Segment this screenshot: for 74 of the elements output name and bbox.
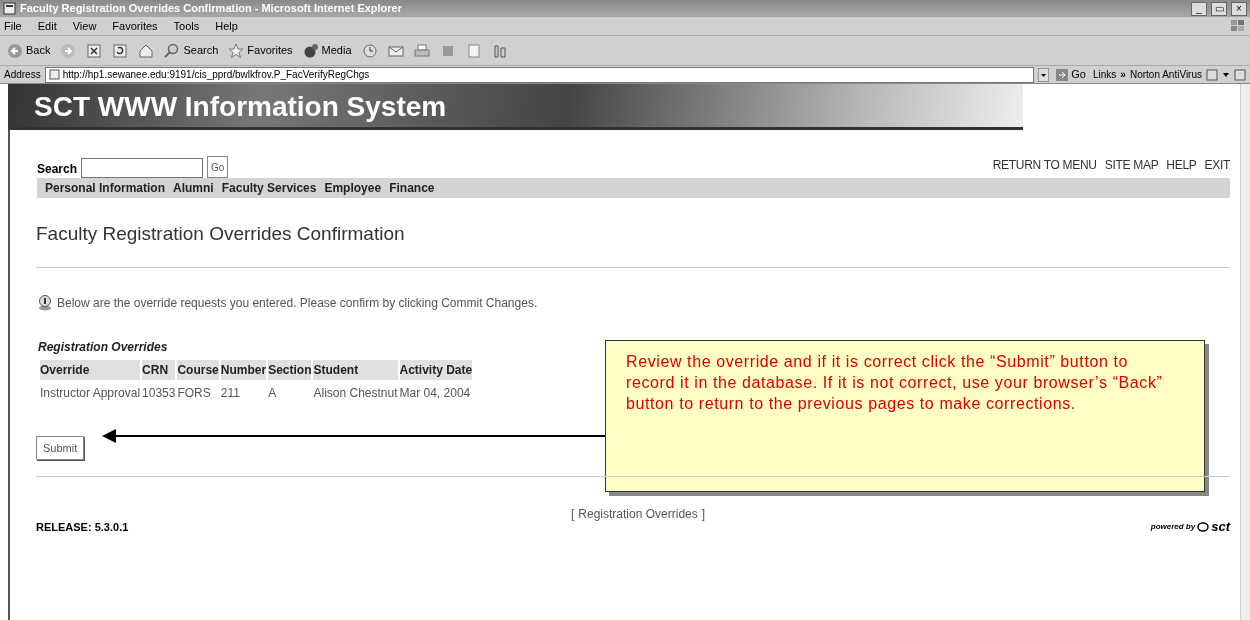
dropdown-arrow-icon[interactable] bbox=[1222, 70, 1230, 79]
info-pin-icon bbox=[37, 294, 53, 311]
table-cell-text: Mar 04, 2004 bbox=[399, 384, 472, 402]
tool-icon[interactable] bbox=[491, 42, 508, 59]
toolbar-button[interactable]: Media bbox=[299, 42, 355, 59]
bracket-text: ] bbox=[701, 506, 706, 523]
norton-antivirus-button[interactable]: Norton AntiVirus bbox=[1129, 67, 1202, 82]
search-icon bbox=[164, 42, 181, 59]
table-cell-text: 10353 bbox=[142, 384, 176, 402]
column-header: Activity Date bbox=[399, 359, 473, 380]
menu-item[interactable]: File bbox=[4, 17, 22, 35]
go-button[interactable]: Go bbox=[207, 156, 229, 178]
header-link[interactable]: EXIT bbox=[1204, 156, 1230, 174]
menu-item[interactable]: Help bbox=[215, 17, 238, 35]
house-icon[interactable] bbox=[138, 42, 155, 59]
toolbar-button[interactable]: Back bbox=[4, 42, 54, 59]
links-label[interactable]: Links bbox=[1093, 67, 1117, 82]
header-link[interactable]: RETURN TO MENU bbox=[992, 156, 1097, 174]
column-header: Override bbox=[40, 359, 141, 380]
search-field[interactable] bbox=[81, 158, 204, 178]
table-cell-text: 211 bbox=[220, 384, 241, 402]
page-title: Faculty Registration Overrides Confirmation bbox=[36, 222, 406, 246]
clock-icon[interactable] bbox=[361, 42, 378, 59]
table-caption: Registration Overrides bbox=[38, 338, 169, 356]
release-label: RELEASE: 5.3.0.1 bbox=[36, 520, 129, 535]
printer-icon[interactable] bbox=[413, 42, 430, 59]
nav-tab[interactable]: Personal Information bbox=[45, 179, 166, 197]
stop-icon[interactable] bbox=[86, 42, 103, 59]
column-header: CRN bbox=[142, 359, 176, 380]
dropdown-arrow-icon[interactable] bbox=[1038, 67, 1050, 82]
toolbar-button[interactable]: Favorites bbox=[225, 42, 296, 59]
bracket-text: [ bbox=[571, 506, 575, 523]
header-link[interactable]: SITE MAP bbox=[1104, 156, 1159, 174]
nav-tab[interactable]: Finance bbox=[389, 179, 435, 197]
info-message: Below are the override requests you entered. Please confirm by clicking Commit Changes. bbox=[57, 294, 538, 312]
chevron-button[interactable]: » bbox=[1120, 67, 1126, 82]
minimize-button[interactable]: _ bbox=[1191, 1, 1207, 16]
restore-button[interactable]: ▭ bbox=[1211, 1, 1227, 16]
search-label: Search bbox=[37, 161, 78, 178]
nav-tab[interactable]: Faculty Services bbox=[221, 179, 317, 197]
menu-item[interactable]: Edit bbox=[37, 17, 57, 35]
menu-item[interactable]: Favorites bbox=[112, 17, 158, 35]
app-icon bbox=[3, 2, 16, 15]
table-cell-text: A bbox=[268, 384, 278, 402]
address-label: Address bbox=[4, 68, 41, 82]
address-field[interactable]: http://hp1.sewanee.edu:9191/cis_pprd/bwlkfrov.P_FacVerifyRegChgs bbox=[44, 66, 1035, 83]
footer-link[interactable]: Registration Overrides bbox=[578, 505, 698, 523]
refresh-icon[interactable] bbox=[112, 42, 129, 59]
column-header: Number bbox=[220, 359, 267, 380]
menu-item[interactable]: View bbox=[72, 17, 97, 35]
nav-tab[interactable]: Employee bbox=[324, 179, 382, 197]
close-button[interactable]: × bbox=[1231, 1, 1247, 16]
ring-logo-icon bbox=[1197, 521, 1210, 532]
column-header: Course bbox=[177, 359, 219, 380]
powered-by-text: powered by bbox=[1150, 520, 1196, 533]
window-title: Faculty Registration Overrides Confirmation - Microsoft Internet Explorer bbox=[20, 1, 403, 17]
menu-item[interactable]: Tools bbox=[173, 17, 200, 35]
column-header: Section bbox=[268, 359, 312, 380]
table-cell-text: Instructor Approval bbox=[40, 384, 141, 402]
page-icon bbox=[48, 69, 60, 80]
logo-text: sct bbox=[1211, 518, 1230, 536]
star-icon bbox=[228, 42, 245, 59]
go-button[interactable]: Go bbox=[1053, 66, 1089, 83]
header-link[interactable]: HELP bbox=[1166, 156, 1197, 174]
column-header: Student bbox=[313, 359, 398, 380]
banner-title: SCT WWW Information System bbox=[8, 84, 1023, 130]
submit-button[interactable]: Submit bbox=[36, 435, 85, 460]
media-icon bbox=[302, 42, 319, 59]
table-cell-text: Alison Chestnut bbox=[313, 384, 398, 402]
table-cell-text: FORS bbox=[177, 384, 212, 402]
nav-tab[interactable]: Alumni bbox=[173, 179, 214, 197]
page-icon[interactable] bbox=[465, 42, 482, 59]
scrollbar[interactable] bbox=[1240, 84, 1250, 620]
toolbar-button[interactable]: Search bbox=[161, 42, 222, 59]
